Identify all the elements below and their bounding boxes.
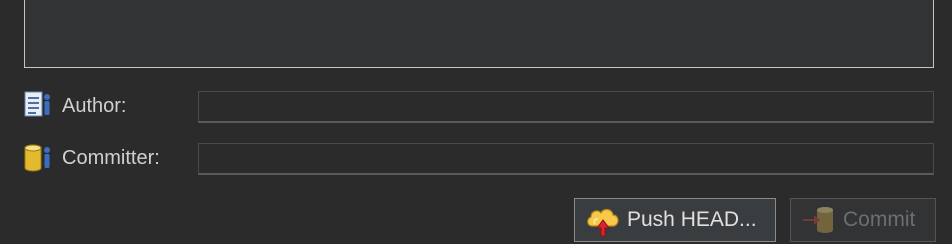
push-head-button[interactable]: Push HEAD... bbox=[574, 198, 776, 242]
committer-icon bbox=[24, 144, 50, 172]
committer-label: Committer: bbox=[62, 147, 160, 169]
push-head-label: Push HEAD... bbox=[627, 208, 757, 231]
push-cloud-icon bbox=[587, 208, 619, 237]
author-field[interactable] bbox=[198, 91, 934, 123]
author-label: Author: bbox=[62, 95, 127, 117]
commit-icon bbox=[803, 207, 833, 233]
commit-panel: Author: Committer: Push HEAD... Commit bbox=[0, 0, 952, 244]
commit-label: Commit bbox=[843, 208, 916, 231]
commit-button[interactable]: Commit bbox=[790, 198, 936, 242]
author-icon bbox=[24, 91, 50, 117]
commit-message-area[interactable] bbox=[24, 0, 934, 68]
committer-field[interactable] bbox=[198, 143, 934, 175]
